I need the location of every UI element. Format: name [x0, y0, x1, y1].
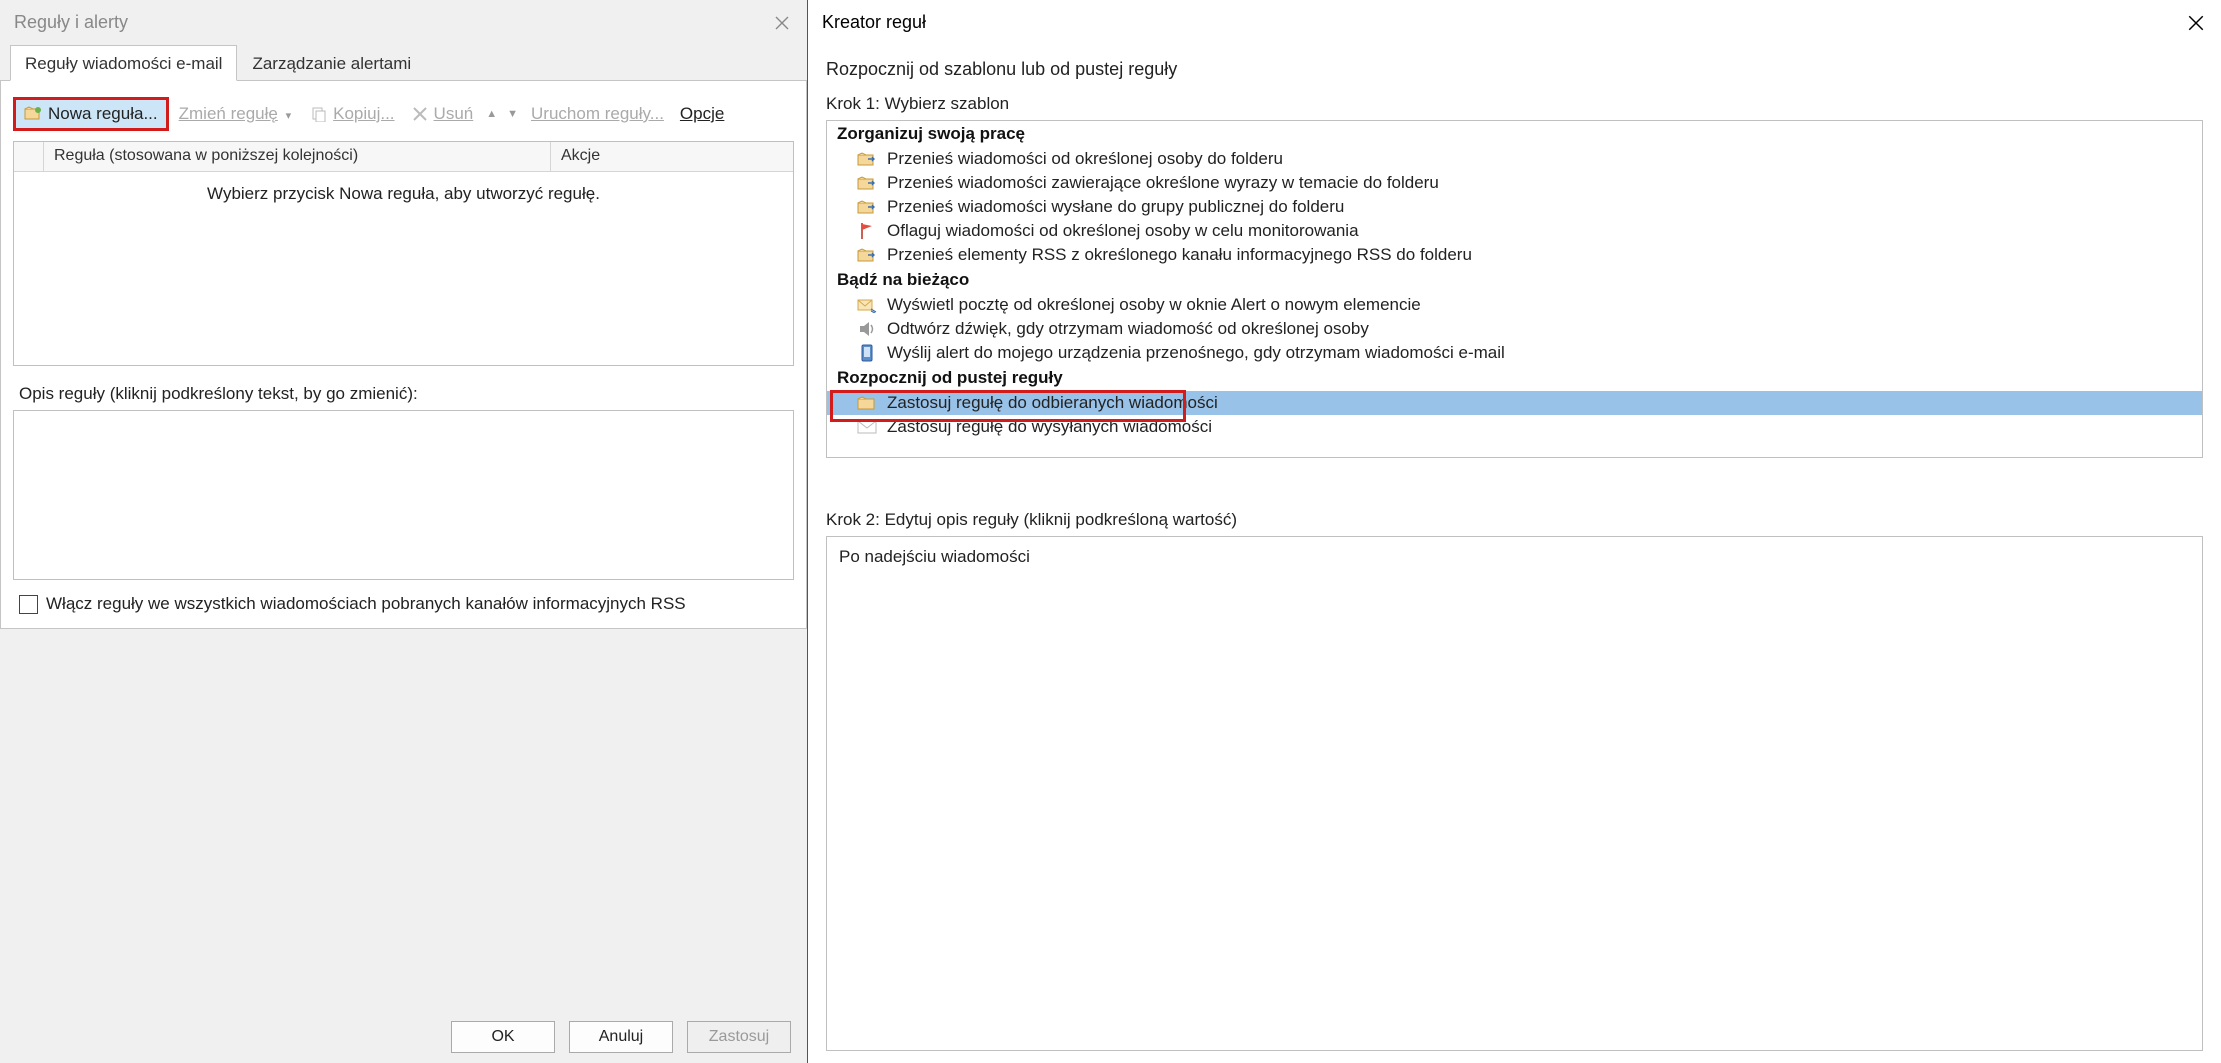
template-item-label: Przenieś elementy RSS z określonego kana… [887, 245, 1472, 265]
template-item-label: Odtwórz dźwięk, gdy otrzymam wiadomość o… [887, 319, 1369, 339]
description-label: Opis reguły (kliknij podkreślony tekst, … [19, 384, 794, 404]
template-item[interactable]: Wyświetl pocztę od określonej osoby w ok… [827, 293, 2202, 317]
new-rule-icon [24, 105, 42, 123]
options-label: Opcje [680, 104, 724, 124]
run-rules-button[interactable]: Uruchom reguły... [525, 101, 670, 127]
copy-label: Kopiuj... [333, 104, 394, 124]
template-category: Bądź na bieżąco [827, 267, 2202, 293]
right-title: Kreator reguł [822, 12, 926, 33]
template-item-label: Wyświetl pocztę od określonej osoby w ok… [887, 295, 1421, 315]
step2-label: Krok 2: Edytuj opis reguły (kliknij podk… [826, 510, 2203, 530]
template-item[interactable]: Przenieś wiadomości od określonej osoby … [827, 147, 2202, 171]
template-item-label: Oflaguj wiadomości od określonej osoby w… [887, 221, 1359, 241]
rules-alerts-dialog: Reguły i alerty Reguły wiadomości e-mail… [0, 0, 808, 1063]
new-rule-label: Nowa reguła... [48, 104, 158, 124]
delete-button[interactable]: Usuń [405, 101, 480, 127]
step2-text: Po nadejściu wiadomości [839, 547, 1030, 566]
wizard-heading: Rozpocznij od szablonu lub od pustej reg… [826, 59, 2203, 80]
close-icon[interactable] [771, 12, 793, 34]
folder-move-icon [857, 246, 877, 264]
template-item[interactable]: Oflaguj wiadomości od określonej osoby w… [827, 219, 2202, 243]
tab-label: Zarządzanie alertami [252, 54, 411, 73]
ok-button[interactable]: OK [451, 1021, 555, 1053]
copy-button[interactable]: Kopiuj... [304, 101, 400, 127]
folder-move-icon [857, 174, 877, 192]
template-item-label: Przenieś wiadomości zawierające określon… [887, 173, 1439, 193]
change-rule-button[interactable]: Zmień regułę ▾ [173, 101, 300, 127]
template-item-label: Zastosuj regułę do odbieranych wiadomośc… [887, 393, 1218, 413]
template-category: Rozpocznij od pustej reguły [827, 365, 2202, 391]
rule-wizard-dialog: Kreator reguł Rozpocznij od szablonu lub… [808, 0, 2221, 1063]
template-category: Zorganizuj swoją pracę [827, 121, 2202, 147]
grid-empty-message: Wybierz przycisk Nowa reguła, aby utworz… [14, 172, 793, 204]
template-item[interactable]: Odtwórz dźwięk, gdy otrzymam wiadomość o… [827, 317, 2202, 341]
left-title: Reguły i alerty [14, 12, 128, 33]
template-item-label: Przenieś wiadomości od określonej osoby … [887, 149, 1283, 169]
left-titlebar: Reguły i alerty [0, 0, 807, 45]
template-item[interactable]: Zastosuj regułę do wysyłanych wiadomości [827, 415, 2202, 439]
copy-icon [310, 105, 328, 123]
grid-col-rule[interactable]: Reguła (stosowana w poniższej kolejności… [44, 142, 551, 171]
change-rule-label: Zmień regułę ▾ [179, 104, 294, 124]
apply-button[interactable]: Zastosuj [687, 1021, 791, 1053]
envelope-icon [857, 418, 877, 436]
template-item-label: Zastosuj regułę do wysyłanych wiadomości [887, 417, 1212, 437]
template-item[interactable]: Przenieś elementy RSS z określonego kana… [827, 243, 2202, 267]
wizard-body: Rozpocznij od szablonu lub od pustej reg… [808, 45, 2221, 1063]
alert-icon [857, 296, 877, 314]
cancel-button[interactable]: Anuluj [569, 1021, 673, 1053]
template-item[interactable]: Przenieś wiadomości zawierające określon… [827, 171, 2202, 195]
run-rules-label: Uruchom reguły... [531, 104, 664, 124]
right-titlebar: Kreator reguł [808, 0, 2221, 45]
flag-icon [857, 222, 877, 240]
description-box[interactable] [13, 410, 794, 580]
template-item[interactable]: Wyślij alert do mojego urządzenia przeno… [827, 341, 2202, 365]
folder-move-icon [857, 198, 877, 216]
close-icon[interactable] [2185, 12, 2207, 34]
tab-email-rules[interactable]: Reguły wiadomości e-mail [10, 45, 237, 81]
grid-col-actions[interactable]: Akcje [551, 142, 793, 171]
options-button[interactable]: Opcje [674, 101, 730, 127]
template-item-label: Przenieś wiadomości wysłane do grupy pub… [887, 197, 1344, 217]
folder-icon [857, 394, 877, 412]
rules-grid: Reguła (stosowana w poniższej kolejności… [13, 141, 794, 366]
sound-icon [857, 320, 877, 338]
dialog-buttons: OK Anuluj Zastosuj [451, 1021, 791, 1053]
grid-col-checkbox[interactable] [14, 142, 44, 171]
checkbox-icon[interactable] [19, 595, 38, 614]
toolbar: Nowa reguła... Zmień regułę ▾ Kopiuj... … [13, 91, 794, 141]
chevron-down-icon: ▾ [283, 110, 295, 122]
tab-content: Nowa reguła... Zmień regułę ▾ Kopiuj... … [0, 80, 807, 629]
grid-header: Reguła (stosowana w poniższej kolejności… [14, 142, 793, 172]
tab-label: Reguły wiadomości e-mail [25, 54, 222, 73]
delete-icon [411, 105, 429, 123]
move-up-icon[interactable]: ▲ [483, 108, 500, 120]
mobile-icon [857, 344, 877, 362]
step2-description[interactable]: Po nadejściu wiadomości [826, 536, 2203, 1051]
template-item-label: Wyślij alert do mojego urządzenia przeno… [887, 343, 1505, 363]
rss-checkbox-row[interactable]: Włącz reguły we wszystkich wiadomościach… [19, 594, 794, 614]
move-down-icon[interactable]: ▼ [504, 108, 521, 120]
template-item[interactable]: Przenieś wiadomości wysłane do grupy pub… [827, 195, 2202, 219]
tab-manage-alerts[interactable]: Zarządzanie alertami [237, 45, 426, 81]
new-rule-button[interactable]: Nowa reguła... [13, 97, 169, 131]
template-list[interactable]: Zorganizuj swoją pracęPrzenieś wiadomośc… [826, 120, 2203, 458]
template-item[interactable]: Zastosuj regułę do odbieranych wiadomośc… [827, 391, 2202, 415]
rss-checkbox-label: Włącz reguły we wszystkich wiadomościach… [46, 594, 686, 614]
tabs: Reguły wiadomości e-mail Zarządzanie ale… [0, 45, 807, 81]
delete-label: Usuń [434, 104, 474, 124]
folder-move-icon [857, 150, 877, 168]
step1-label: Krok 1: Wybierz szablon [826, 94, 2203, 114]
